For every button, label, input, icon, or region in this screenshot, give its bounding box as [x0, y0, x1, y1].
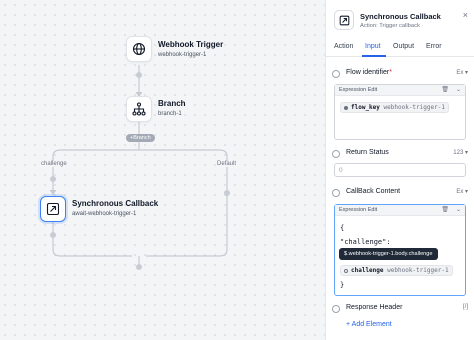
connector-dot[interactable] [136, 264, 142, 270]
connector-dot[interactable] [50, 176, 56, 182]
type-selector[interactable]: [/] [463, 304, 468, 310]
add-branch-button[interactable]: +Branch [126, 134, 155, 142]
panel-subtitle: Action: Trigger callback [360, 23, 420, 29]
tab-action[interactable]: Action [334, 43, 353, 50]
webhook-trigger-node[interactable] [126, 36, 152, 62]
chip-path: webhook-trigger-1 [383, 104, 445, 111]
node-title: Synchronous Callback [72, 199, 159, 208]
active-tab-indicator [362, 55, 386, 57]
globe-icon [132, 42, 146, 56]
variable-chip[interactable]: challenge webhook-trigger-1 [340, 265, 453, 276]
connector-dot[interactable] [136, 72, 142, 78]
branch-icon [132, 102, 146, 116]
tab-output[interactable]: Output [393, 43, 414, 50]
code-line: { [340, 224, 345, 232]
field-label: Response Header [346, 304, 403, 311]
close-icon[interactable]: × [463, 10, 468, 20]
properties-panel: Synchronous Callback Action: Trigger cal… [325, 0, 474, 340]
delete-icon[interactable]: 🗑 [441, 206, 449, 213]
chip-path: webhook-trigger-1 [387, 267, 449, 274]
add-element-button[interactable]: + Add Element [346, 321, 392, 328]
field-flow-identifier: Flow identifier* Ex ▾ [332, 69, 468, 81]
input-value: 0 [339, 167, 343, 174]
connector-dot[interactable] [224, 190, 230, 196]
connector-dot[interactable] [50, 232, 56, 238]
callback-icon [46, 202, 60, 216]
field-return-status: Return Status 123 ▾ [332, 149, 468, 161]
tab-input[interactable]: Input [365, 43, 381, 50]
panel-tabs: Action Input Output Error [326, 40, 474, 57]
expression-editor[interactable]: Expression Edit 🗑 ⌄ { "challenge": $.web… [334, 204, 466, 296]
node-subtitle: branch-1 [158, 111, 182, 117]
field-label: Return Status [346, 149, 389, 156]
collapse-icon[interactable]: ⌄ [456, 86, 461, 93]
field-response-header: Response Header [/] [332, 304, 468, 316]
node-title: Branch [158, 99, 186, 108]
panel-header: Synchronous Callback Action: Trigger cal… [334, 10, 470, 34]
field-toggle-radio[interactable] [332, 189, 340, 197]
panel-title: Synchronous Callback [360, 12, 441, 21]
chip-key: flow_key [351, 104, 380, 111]
field-label: CallBack Content [346, 188, 401, 195]
type-selector[interactable]: Ex ▾ [456, 69, 468, 76]
edge-label-default: Default [216, 161, 238, 167]
code-line: } [340, 281, 345, 289]
editor-label: Expression Edit [339, 207, 378, 213]
synchronous-callback-node[interactable] [40, 196, 66, 222]
field-label: Flow identifier [346, 69, 390, 76]
code-line: "challenge": [340, 238, 391, 246]
field-toggle-radio[interactable] [332, 70, 340, 78]
tab-error[interactable]: Error [426, 43, 442, 50]
type-selector[interactable]: 123 ▾ [453, 149, 468, 156]
field-toggle-radio[interactable] [332, 305, 340, 313]
node-subtitle: webhook-trigger-1 [158, 52, 207, 58]
delete-icon[interactable]: 🗑 [441, 86, 449, 93]
field-callback-content: CallBack Content Ex ▾ [332, 188, 468, 200]
chip-key: challenge [351, 267, 384, 274]
expression-editor[interactable]: Expression Edit 🗑 ⌄ flow_key webhook-tri… [334, 84, 466, 140]
return-status-input[interactable]: 0 [334, 163, 466, 177]
variable-icon [344, 268, 348, 273]
edge-label-challenge: challenge [40, 161, 68, 167]
field-toggle-radio[interactable] [332, 150, 340, 158]
connection-lines [49, 65, 228, 268]
collapse-icon[interactable]: ⌄ [456, 206, 461, 213]
variable-icon [344, 105, 348, 110]
callback-icon [334, 10, 354, 30]
branch-node[interactable] [126, 96, 152, 122]
workflow-canvas[interactable]: Webhook Trigger webhook-trigger-1 Branch… [0, 0, 325, 340]
editor-label: Expression Edit [339, 87, 378, 93]
path-tooltip: $.webhook-trigger-1.body.challenge [339, 248, 438, 260]
required-marker: * [389, 69, 392, 76]
node-subtitle: await-webhook-trigger-1 [72, 211, 137, 217]
type-selector[interactable]: Ex ▾ [456, 188, 468, 195]
node-title: Webhook Trigger [158, 40, 224, 49]
variable-chip[interactable]: flow_key webhook-trigger-1 [340, 102, 449, 113]
